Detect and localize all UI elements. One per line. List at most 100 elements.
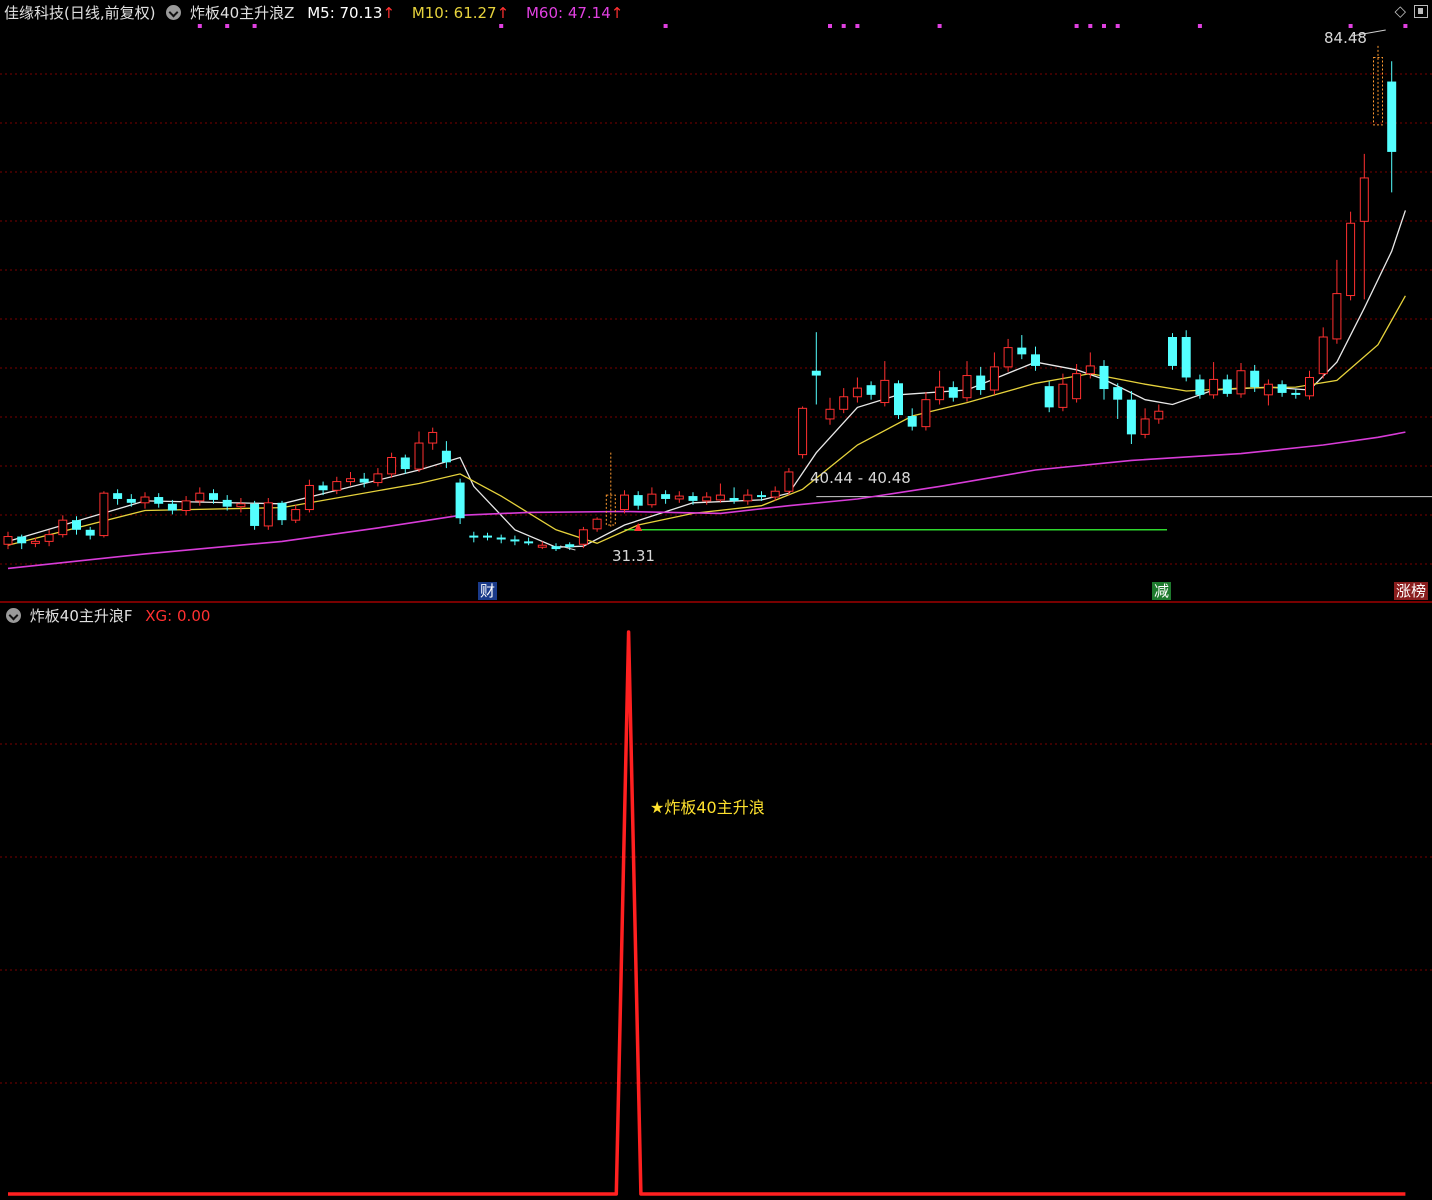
candle-body <box>1044 386 1054 408</box>
candle-body <box>661 494 671 499</box>
sub-indicator-dropdown-icon[interactable] <box>6 608 21 623</box>
candle-body <box>1209 378 1219 396</box>
candle-body <box>1168 337 1177 366</box>
candle-body <box>1031 354 1040 366</box>
candle-body <box>3 536 13 545</box>
sub-indicator-name[interactable]: 炸板40主升浪F <box>30 603 133 629</box>
candle-body <box>1154 410 1164 420</box>
candle-body <box>620 494 629 511</box>
candle-body <box>58 519 68 536</box>
candle-body <box>962 375 972 399</box>
candle-body <box>880 379 890 404</box>
candle-body <box>1072 373 1082 400</box>
status-dot <box>841 24 846 28</box>
candle-body <box>195 492 205 502</box>
candle-body <box>510 539 520 542</box>
candle-body <box>935 386 945 401</box>
candle-body <box>743 494 753 502</box>
candle-body <box>565 544 575 548</box>
high-price-label: 84.48 <box>1324 29 1367 47</box>
candle-body <box>414 442 424 470</box>
candle-body <box>770 490 780 498</box>
ma-line-m10 <box>7 295 1406 546</box>
status-dot <box>1197 24 1202 28</box>
event-marker-jian[interactable]: 减 <box>1152 582 1172 600</box>
candle-body <box>1017 347 1027 355</box>
status-dot <box>1102 24 1106 28</box>
status-dot <box>855 24 860 28</box>
candle-body <box>524 541 534 544</box>
candle-body <box>592 518 602 530</box>
candle-body <box>866 385 876 395</box>
candle-body <box>1291 392 1301 395</box>
status-dot <box>1115 24 1120 28</box>
event-marker-zhangbang[interactable]: 涨榜 <box>1394 582 1429 600</box>
candle-body <box>291 509 301 521</box>
candle-body <box>72 520 81 530</box>
candle-body <box>1113 387 1123 400</box>
candle-body <box>1250 370 1260 388</box>
candle-body <box>167 503 177 511</box>
range-label: 40.44 - 40.48 <box>810 469 911 487</box>
candle-body <box>373 473 383 484</box>
candle-body <box>30 540 40 544</box>
candle-body <box>140 496 150 504</box>
candle-body <box>633 495 643 506</box>
candle-body <box>1058 383 1068 408</box>
candle-body <box>209 493 218 500</box>
event-marker-cai[interactable]: 财 <box>478 582 498 600</box>
status-dot <box>1088 24 1093 28</box>
status-dot <box>663 24 668 28</box>
candle-body <box>441 450 451 463</box>
candle-body <box>483 535 492 538</box>
candle-body <box>1140 418 1150 435</box>
candle-body <box>688 496 698 501</box>
kline-chart: 84.48 31.31 40.44 - 40.48 ★炸板40主升浪 <box>0 24 1432 1196</box>
candle-body <box>126 498 136 503</box>
candle-body <box>839 396 849 410</box>
candle-body <box>113 493 123 499</box>
candle-body <box>537 544 547 548</box>
candle-body <box>989 366 999 391</box>
candle-body <box>17 536 27 544</box>
candle-body <box>907 416 917 427</box>
candle-body <box>1346 222 1356 297</box>
candle-body <box>1305 376 1314 397</box>
signal-label: ★炸板40主升浪 <box>650 798 765 817</box>
candle-body <box>798 407 808 456</box>
candle-body <box>181 500 191 512</box>
candle-body <box>1359 177 1369 222</box>
candle-body <box>578 529 588 545</box>
low-price-label: 31.31 <box>612 547 655 565</box>
candle-body <box>1222 379 1232 394</box>
status-dot <box>937 24 942 28</box>
status-dot <box>252 24 257 28</box>
candle-body <box>250 503 260 526</box>
candle-body <box>852 387 862 398</box>
candle-body <box>921 399 931 428</box>
candle-body <box>332 481 342 491</box>
candle-body <box>1085 365 1095 375</box>
candle-body <box>1126 399 1136 435</box>
candle-body <box>1263 383 1273 396</box>
candle-body <box>1003 347 1013 368</box>
candle-body <box>1332 293 1342 340</box>
candle-body <box>757 495 766 498</box>
status-dot <box>197 24 202 28</box>
candle-body <box>715 494 725 501</box>
candle-body <box>428 431 438 444</box>
status-dot <box>499 24 504 28</box>
status-dot <box>1348 24 1353 28</box>
candle-body <box>222 499 232 507</box>
sub-header: 炸板40主升浪F XG: 0.00 <box>0 603 1432 629</box>
candle-body <box>1318 336 1328 375</box>
candle-body <box>674 495 684 500</box>
candle-body <box>263 502 273 527</box>
candle-body <box>277 502 287 521</box>
candle-body <box>1236 370 1246 395</box>
candle-body <box>455 482 465 519</box>
status-dot <box>225 24 230 28</box>
xg-value: XG: 0.00 <box>145 607 211 625</box>
candle-body <box>948 387 958 398</box>
candle-body <box>702 496 712 502</box>
